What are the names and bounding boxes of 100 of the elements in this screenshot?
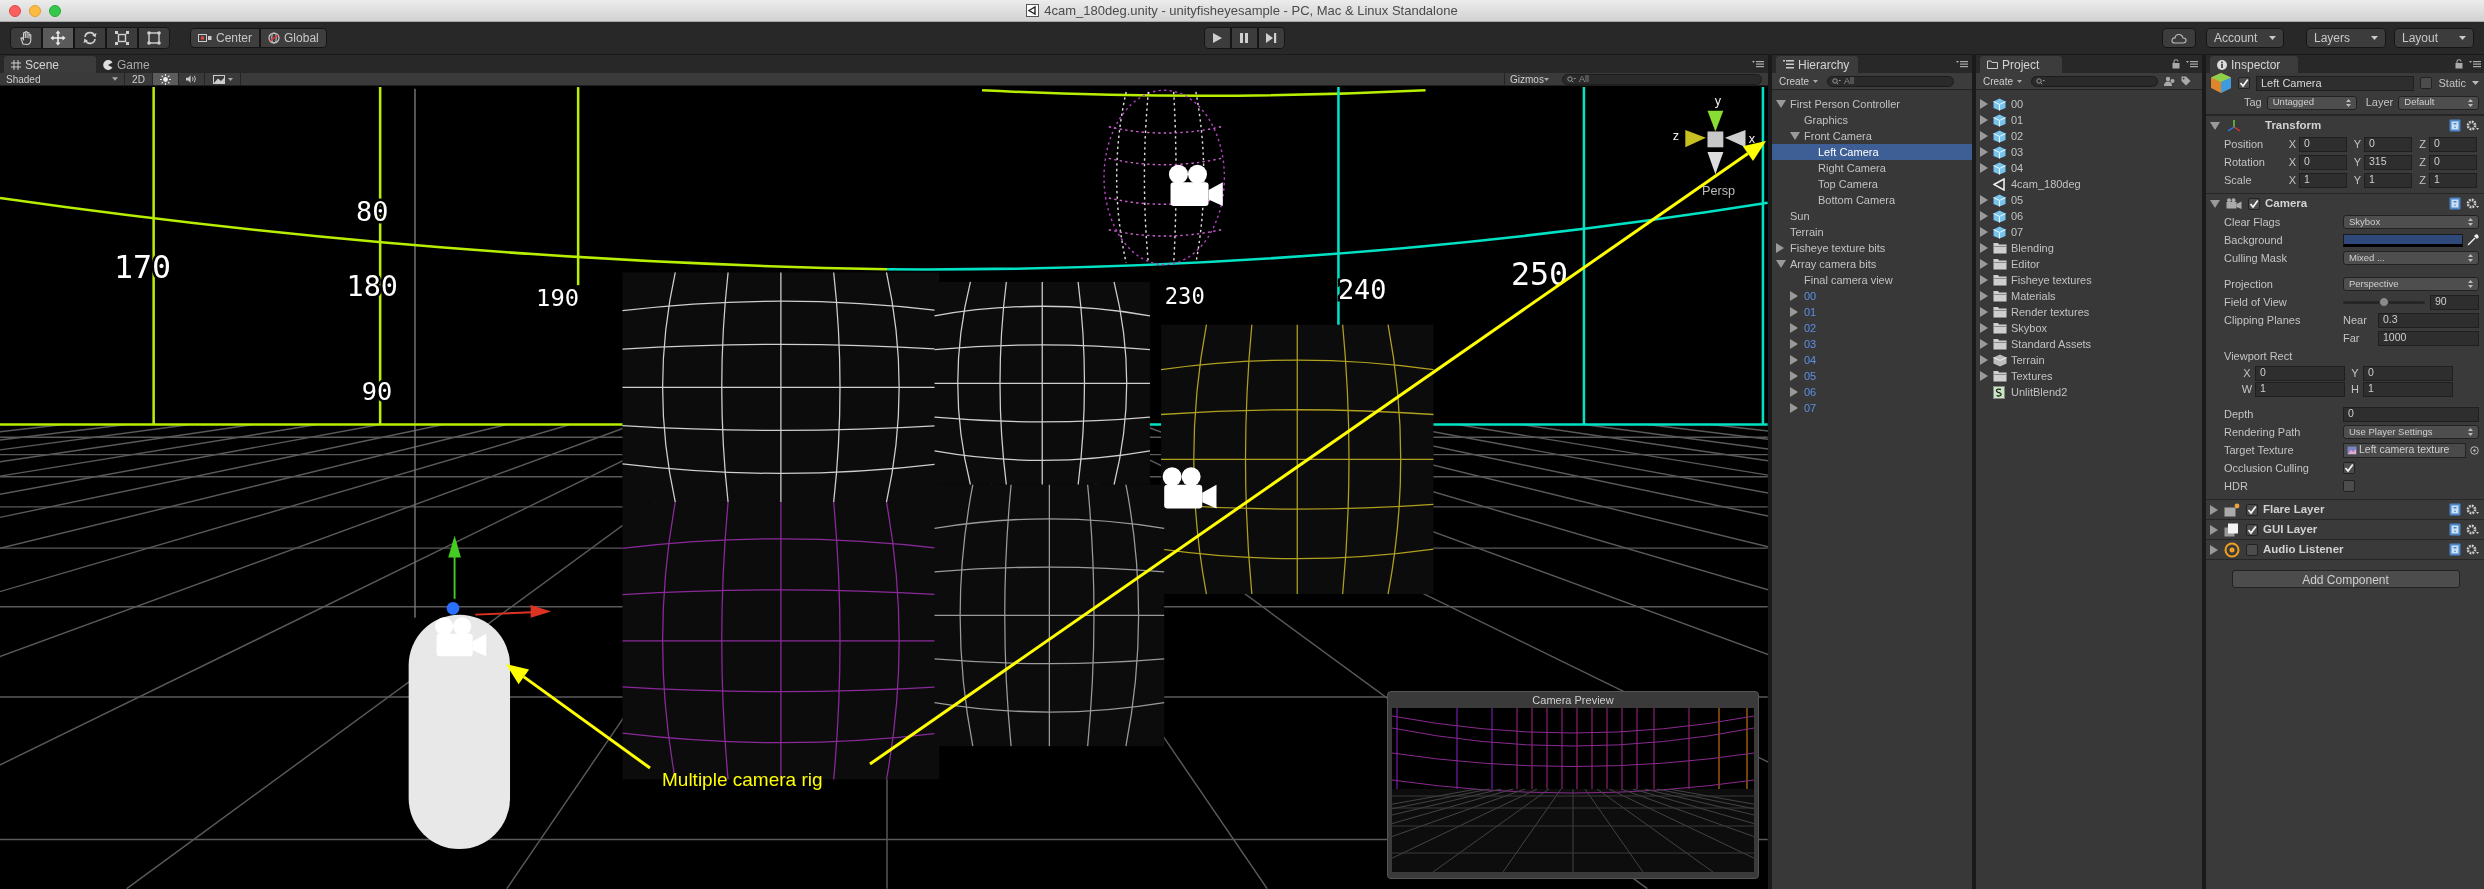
- tree-row[interactable]: First Person Controller: [1772, 96, 1972, 112]
- number-field[interactable]: 0: [2299, 154, 2347, 170]
- asset-name[interactable]: 01: [2011, 111, 2024, 129]
- tree-row[interactable]: Bottom Camera: [1772, 192, 1972, 208]
- collapse-triangle-icon[interactable]: [2210, 199, 2220, 208]
- expand-triangle-icon[interactable]: [1980, 163, 1988, 173]
- expand-triangle-icon[interactable]: [1790, 371, 1798, 381]
- help-book-icon[interactable]: [2449, 119, 2461, 132]
- panel-menu-icon[interactable]: [2186, 60, 2198, 68]
- tool-button[interactable]: [74, 27, 106, 49]
- dropdown[interactable]: Skybox: [2343, 215, 2479, 229]
- lock-icon[interactable]: [2455, 59, 2463, 69]
- tree-row[interactable]: Sun: [1772, 208, 1972, 224]
- pivot-toggle-button[interactable]: Global: [260, 28, 327, 48]
- expand-triangle-icon[interactable]: [1980, 371, 1988, 381]
- expand-triangle-icon[interactable]: [1980, 355, 1988, 365]
- asset-name[interactable]: 02: [2011, 127, 2024, 145]
- expand-triangle-icon[interactable]: [1790, 355, 1798, 365]
- expand-triangle-icon[interactable]: [1980, 275, 1988, 285]
- help-book-icon[interactable]: [2449, 543, 2461, 556]
- checkbox[interactable]: [2343, 462, 2355, 474]
- asset-name[interactable]: 4cam_180deg: [2011, 175, 2081, 193]
- tool-button[interactable]: [106, 27, 138, 49]
- expand-triangle-icon[interactable]: [2210, 504, 2218, 515]
- caret-icon[interactable]: [2472, 81, 2479, 85]
- collapse-triangle-icon[interactable]: [1776, 100, 1786, 108]
- panel-menu-icon[interactable]: [2469, 60, 2481, 68]
- number-field[interactable]: 0.3: [2378, 312, 2479, 328]
- tree-row[interactable]: Graphics: [1772, 112, 1972, 128]
- tree-row[interactable]: Fisheye texture bits: [1772, 240, 1972, 256]
- expand-triangle-icon[interactable]: [1980, 211, 1988, 221]
- tree-row[interactable]: 01: [1772, 304, 1972, 320]
- expand-triangle-icon[interactable]: [1790, 323, 1798, 333]
- tree-row[interactable]: Final camera view: [1772, 272, 1972, 288]
- tag-dropdown[interactable]: Untagged: [2266, 95, 2357, 110]
- pivot-toggle-button[interactable]: Center: [190, 28, 261, 48]
- expand-triangle-icon[interactable]: [1980, 227, 1988, 237]
- asset-name[interactable]: Editor: [2011, 255, 2040, 273]
- number-field[interactable]: 0: [2299, 136, 2347, 152]
- dropdown[interactable]: Mixed ...: [2343, 251, 2479, 265]
- color-swatch[interactable]: [2343, 233, 2463, 247]
- dropdown[interactable]: Perspective: [2343, 277, 2479, 291]
- expand-triangle-icon[interactable]: [2210, 524, 2218, 535]
- gear-icon[interactable]: [2466, 503, 2479, 516]
- tag-icon[interactable]: [2181, 76, 2191, 86]
- expand-triangle-icon[interactable]: [2210, 544, 2218, 555]
- add-component-button[interactable]: Add Component: [2231, 570, 2460, 588]
- asset-name[interactable]: 06: [2011, 207, 2024, 225]
- expand-triangle-icon[interactable]: [1980, 323, 1988, 333]
- tree-row[interactable]: Terrain: [1772, 224, 1972, 240]
- tree-row[interactable]: Left Camera: [1772, 144, 1972, 160]
- asset-name[interactable]: 03: [2011, 143, 2024, 161]
- number-field[interactable]: 1: [2364, 172, 2412, 188]
- expand-triangle-icon[interactable]: [1790, 307, 1798, 317]
- asset-name[interactable]: Materials: [2011, 287, 2056, 305]
- zoom-button[interactable]: [49, 4, 61, 17]
- number-field[interactable]: 315: [2364, 154, 2412, 170]
- asset-name[interactable]: 00: [2011, 95, 2024, 113]
- draw-mode-dropdown[interactable]: Shaded: [0, 73, 125, 85]
- number-field[interactable]: 0: [2363, 365, 2453, 381]
- enable-checkbox[interactable]: [2246, 523, 2258, 536]
- asset-name[interactable]: UnlitBlend2: [2011, 383, 2068, 401]
- filter-by-type-icon[interactable]: [2164, 76, 2175, 86]
- tool-button[interactable]: [10, 27, 42, 49]
- texture-field[interactable]: Left camera texture: [2343, 442, 2466, 458]
- enable-checkbox[interactable]: [2246, 543, 2258, 556]
- checkbox[interactable]: [2343, 480, 2355, 492]
- create-dropdown[interactable]: Create: [1980, 74, 2025, 88]
- object-picker-icon[interactable]: [2470, 445, 2479, 455]
- help-book-icon[interactable]: [2449, 197, 2461, 210]
- asset-name[interactable]: Textures: [2011, 367, 2053, 385]
- dropdown[interactable]: Use Player Settings: [2343, 425, 2479, 439]
- asset-name[interactable]: Standard Assets: [2011, 335, 2092, 353]
- tree-row[interactable]: 05: [1772, 368, 1972, 384]
- expand-triangle-icon[interactable]: [1790, 387, 1798, 397]
- tree-row[interactable]: Array camera bits: [1772, 256, 1972, 272]
- expand-triangle-icon[interactable]: [1980, 131, 1988, 141]
- menu-dropdown[interactable]: Account: [2206, 28, 2284, 48]
- number-field[interactable]: 0: [2429, 136, 2477, 152]
- expand-triangle-icon[interactable]: [1790, 403, 1798, 413]
- expand-triangle-icon[interactable]: [1980, 99, 1988, 109]
- gear-icon[interactable]: [2466, 523, 2479, 536]
- number-field[interactable]: 1000: [2378, 330, 2479, 346]
- tool-button[interactable]: [42, 27, 74, 49]
- projection-label[interactable]: Persp: [1702, 184, 1736, 198]
- panel-tab[interactable]: Scene: [4, 56, 96, 73]
- collapse-triangle-icon[interactable]: [1776, 260, 1786, 268]
- number-field[interactable]: 1: [2255, 381, 2345, 397]
- search-field[interactable]: [2031, 75, 2158, 87]
- asset-name[interactable]: Blending: [2011, 239, 2054, 257]
- expand-triangle-icon[interactable]: [1980, 195, 1988, 205]
- panel-tab[interactable]: Project: [1980, 56, 2062, 73]
- help-book-icon[interactable]: [2449, 523, 2461, 536]
- tree-row[interactable]: Right Camera: [1772, 160, 1972, 176]
- expand-triangle-icon[interactable]: [1980, 259, 1988, 269]
- name-field[interactable]: Left Camera: [2256, 75, 2415, 91]
- number-field[interactable]: 0: [2429, 154, 2477, 170]
- cloud-button[interactable]: [2162, 28, 2196, 48]
- step-button[interactable]: [1257, 27, 1285, 49]
- panel-menu-icon[interactable]: [1752, 60, 1764, 68]
